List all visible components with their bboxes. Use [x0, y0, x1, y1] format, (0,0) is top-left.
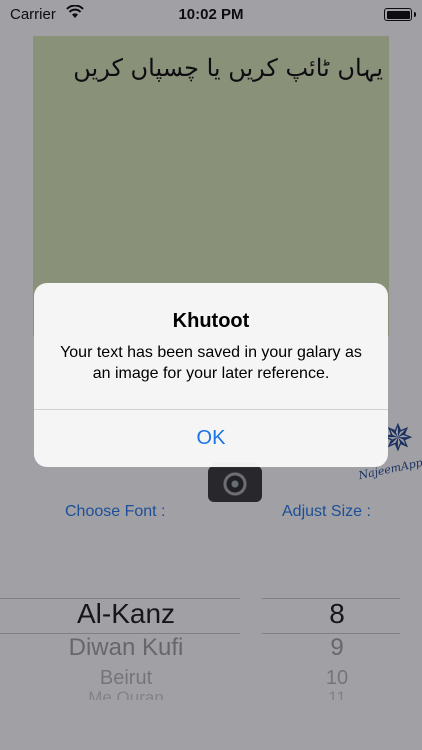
ok-button[interactable]: OK: [34, 410, 388, 467]
save-confirmation-alert: Khutoot Your text has been saved in your…: [34, 283, 388, 467]
alert-message: Your text has been saved in your galary …: [60, 344, 362, 382]
alert-title: Khutoot: [172, 310, 250, 332]
